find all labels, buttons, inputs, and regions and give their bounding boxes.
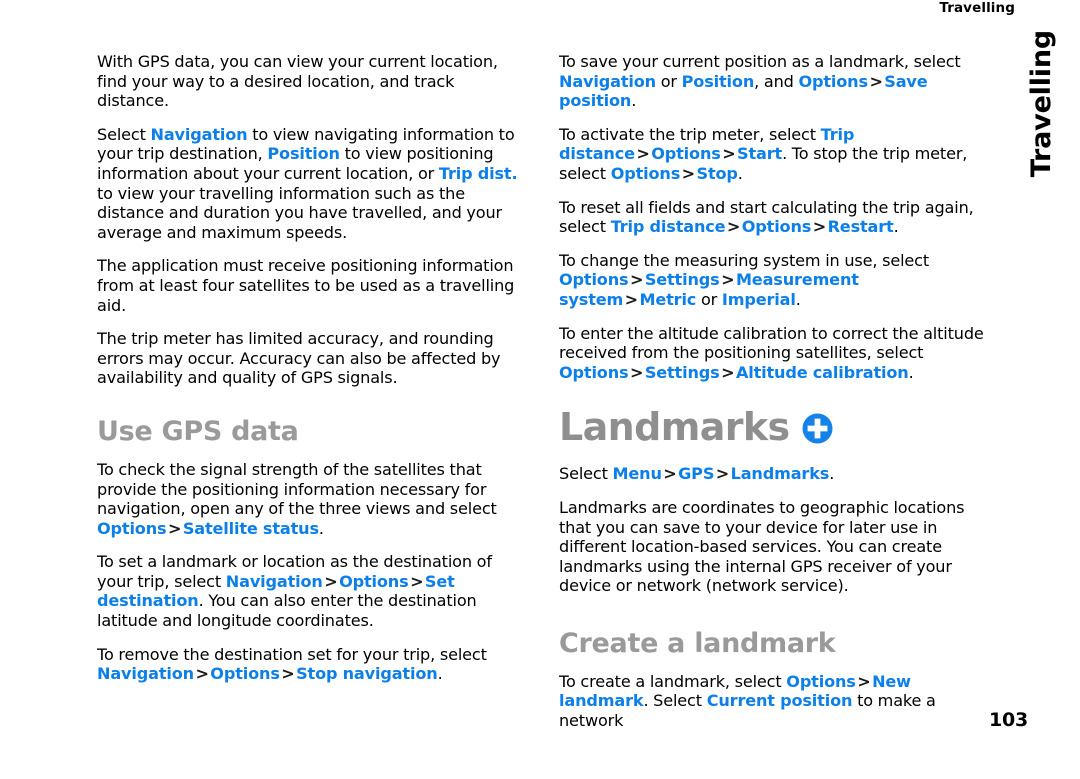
ui-path-term[interactable]: Position — [682, 72, 755, 91]
right-column: To save your current position as a landm… — [559, 52, 992, 731]
path-separator: > — [324, 571, 338, 591]
ui-path-term[interactable]: Altitude calibration — [736, 363, 909, 382]
ui-path-term[interactable]: Options — [559, 363, 629, 382]
path-separator: > — [721, 362, 735, 382]
path-separator: > — [663, 464, 677, 484]
path-separator: > — [721, 270, 735, 290]
right-top-paragraphs: To save your current position as a landm… — [559, 52, 992, 382]
page-number: 103 — [988, 709, 1028, 731]
path-separator: > — [410, 571, 424, 591]
p-restart: To reset all fields and start calculatin… — [559, 197, 974, 237]
ui-path-term[interactable]: GPS — [678, 464, 714, 483]
ui-path-term[interactable]: Stop navigation — [296, 664, 438, 683]
heading-landmarks: Landmarks — [559, 408, 992, 446]
ui-path-term[interactable]: Navigation — [559, 72, 656, 91]
ui-path-term[interactable]: Landmarks — [731, 464, 830, 483]
p-landmarks-desc: Landmarks are coordinates to geographic … — [559, 497, 965, 596]
ui-path-term[interactable]: Options — [742, 217, 812, 236]
ui-path-term[interactable]: Imperial — [722, 290, 796, 309]
p-measurement-system: To change the measuring system in use, s… — [559, 250, 930, 309]
page-body: With GPS data, you can view your current… — [97, 52, 995, 730]
p-save-position: To save your current position as a landm… — [559, 52, 961, 111]
path-separator: > — [167, 518, 182, 538]
p-four-satellites: The application must receive positioning… — [97, 256, 515, 315]
ui-path-term[interactable]: Navigation — [97, 664, 194, 683]
left-gps-paragraphs: To check the signal strength of the sate… — [97, 460, 530, 684]
ui-path-term[interactable]: Current position — [707, 691, 853, 710]
p-set-destination: To set a landmark or location as the des… — [97, 552, 492, 631]
right-create-paragraphs: To create a landmark, select Options>New… — [559, 672, 992, 731]
path-separator: > — [624, 289, 638, 309]
path-separator: > — [636, 144, 650, 164]
ui-path-term[interactable]: Settings — [645, 270, 720, 289]
ui-path-term[interactable]: Stop — [697, 164, 738, 183]
ui-path-term[interactable]: Options — [210, 664, 280, 683]
path-separator: > — [281, 664, 295, 684]
ui-path-term[interactable]: Options — [339, 572, 409, 591]
ui-path-term[interactable]: Navigation — [151, 125, 248, 144]
ui-path-term[interactable]: Options — [798, 72, 868, 91]
ui-path-term[interactable]: Settings — [645, 363, 720, 382]
right-landmarks-paragraphs: Select Menu>GPS>Landmarks. Landmarks are … — [559, 464, 992, 596]
ui-path-term[interactable]: Position — [267, 144, 340, 163]
chapter-thumb-tab-label: Travelling — [1025, 30, 1057, 178]
ui-path-term[interactable]: Trip distance — [611, 217, 726, 236]
heading-create-a-landmark: Create a landmark — [559, 627, 836, 659]
ui-path-term[interactable]: Options — [559, 270, 629, 289]
p-gps-intro: With GPS data, you can view your current… — [97, 52, 498, 111]
path-separator: > — [195, 664, 209, 684]
ui-path-term[interactable]: Menu — [613, 464, 662, 483]
ui-path-term[interactable]: Options — [611, 164, 681, 183]
ui-path-term[interactable]: Satellite status — [183, 519, 319, 538]
ui-path-term[interactable]: Options — [97, 519, 167, 538]
path-separator: > — [681, 163, 695, 183]
ui-path-term[interactable]: Start — [737, 144, 782, 163]
path-separator: > — [857, 671, 871, 691]
path-separator: > — [812, 217, 827, 237]
running-header: Travelling — [939, 0, 1015, 16]
p-select-navigation: Select Navigation to view navigating inf… — [97, 124, 518, 242]
left-intro-paragraphs: With GPS data, you can view your current… — [97, 52, 530, 388]
ui-path-term[interactable]: Navigation — [226, 572, 323, 591]
path-separator: > — [726, 217, 741, 237]
p-select-menu-gps: Select Menu>GPS>Landmarks. — [559, 464, 835, 484]
path-separator: > — [722, 144, 736, 164]
p-altitude-calibration: To enter the altitude calibration to cor… — [559, 323, 984, 382]
p-trip-meter-start-stop: To activate the trip meter, select Trip … — [559, 124, 968, 183]
ui-path-term[interactable]: Metric — [639, 290, 696, 309]
path-separator: > — [715, 464, 730, 484]
ui-path-term[interactable]: Trip dist. — [439, 164, 518, 183]
ui-path-term[interactable]: Options — [786, 672, 856, 691]
chapter-thumb-tab: Travelling — [1014, 30, 1068, 210]
heading-landmarks-label: Landmarks — [559, 405, 790, 450]
left-column: With GPS data, you can view your current… — [97, 52, 530, 684]
ui-path-term[interactable]: Restart — [828, 217, 894, 236]
plus-circle-icon — [801, 412, 834, 445]
ui-path-term[interactable]: Options — [651, 144, 721, 163]
path-separator: > — [869, 71, 883, 91]
p-trip-meter-accuracy: The trip meter has limited accuracy, and… — [97, 329, 501, 388]
p-stop-navigation: To remove the destination set for your t… — [97, 644, 487, 684]
p-signal-strength: To check the signal strength of the sate… — [97, 459, 497, 538]
path-separator: > — [629, 362, 644, 382]
heading-use-gps-data: Use GPS data — [97, 415, 299, 447]
path-separator: > — [629, 270, 644, 290]
p-create-landmark: To create a landmark, select Options>New… — [559, 671, 936, 731]
